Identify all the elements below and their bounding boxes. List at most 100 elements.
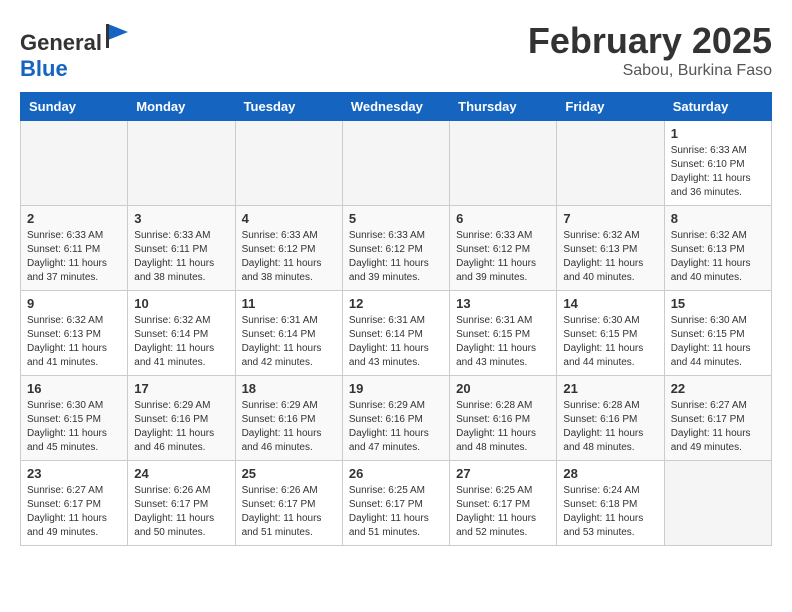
day-detail: Sunrise: 6:32 AM Sunset: 6:14 PM Dayligh…	[134, 314, 228, 370]
calendar-day-cell: 17 Sunrise: 6:29 AM Sunset: 6:16 PM Dayli…	[128, 376, 235, 461]
calendar-day-cell	[450, 121, 557, 206]
day-detail: Sunrise: 6:30 AM Sunset: 6:15 PM Dayligh…	[27, 399, 121, 455]
day-detail: Sunrise: 6:33 AM Sunset: 6:11 PM Dayligh…	[134, 229, 228, 285]
calendar-day-cell	[128, 121, 235, 206]
day-detail: Sunrise: 6:26 AM Sunset: 6:17 PM Dayligh…	[134, 484, 228, 540]
day-number: 26	[349, 466, 443, 481]
day-detail: Sunrise: 6:27 AM Sunset: 6:17 PM Dayligh…	[27, 484, 121, 540]
day-number: 23	[27, 466, 121, 481]
day-number: 24	[134, 466, 228, 481]
day-detail: Sunrise: 6:33 AM Sunset: 6:12 PM Dayligh…	[349, 229, 443, 285]
calendar-week-row: 9 Sunrise: 6:32 AM Sunset: 6:13 PM Daylig…	[21, 291, 772, 376]
location-title: Sabou, Burkina Faso	[528, 62, 772, 80]
day-number: 2	[27, 211, 121, 226]
calendar-day-cell	[557, 121, 664, 206]
calendar-body: 1Sunrise: 6:33 AM Sunset: 6:10 PM Daylig…	[21, 121, 772, 546]
calendar-day-cell: 23 Sunrise: 6:27 AM Sunset: 6:17 PM Dayli…	[21, 461, 128, 546]
calendar-day-cell: 3 Sunrise: 6:33 AM Sunset: 6:11 PM Daylig…	[128, 206, 235, 291]
day-of-week-header: Monday	[128, 93, 235, 121]
day-number: 22	[671, 381, 765, 396]
logo-flag-icon	[104, 20, 134, 50]
day-number: 25	[242, 466, 336, 481]
calendar-day-cell	[664, 461, 771, 546]
calendar-day-cell: 10 Sunrise: 6:32 AM Sunset: 6:14 PM Dayli…	[128, 291, 235, 376]
day-of-week-header: Sunday	[21, 93, 128, 121]
day-detail: Sunrise: 6:33 AM Sunset: 6:11 PM Dayligh…	[27, 229, 121, 285]
day-number: 1	[671, 126, 765, 141]
calendar-day-cell: 6 Sunrise: 6:33 AM Sunset: 6:12 PM Daylig…	[450, 206, 557, 291]
calendar-header: SundayMondayTuesdayWednesdayThursdayFrid…	[21, 93, 772, 121]
logo-blue: Blue	[20, 56, 68, 81]
calendar-day-cell: 4Sunrise: 6:33 AM Sunset: 6:12 PM Daylig…	[235, 206, 342, 291]
calendar-day-cell: 20 Sunrise: 6:28 AM Sunset: 6:16 PM Dayli…	[450, 376, 557, 461]
day-number: 19	[349, 381, 443, 396]
day-of-week-header: Wednesday	[342, 93, 449, 121]
calendar-day-cell: 5Sunrise: 6:33 AM Sunset: 6:12 PM Daylig…	[342, 206, 449, 291]
day-number: 8	[671, 211, 765, 226]
day-number: 28	[563, 466, 657, 481]
day-number: 14	[563, 296, 657, 311]
logo-text: General Blue	[20, 20, 134, 82]
calendar-day-cell: 9 Sunrise: 6:32 AM Sunset: 6:13 PM Daylig…	[21, 291, 128, 376]
day-number: 3	[134, 211, 228, 226]
day-detail: Sunrise: 6:29 AM Sunset: 6:16 PM Dayligh…	[242, 399, 336, 455]
day-detail: Sunrise: 6:29 AM Sunset: 6:16 PM Dayligh…	[134, 399, 228, 455]
day-number: 4	[242, 211, 336, 226]
day-detail: Sunrise: 6:30 AM Sunset: 6:15 PM Dayligh…	[671, 314, 765, 370]
calendar-day-cell: 12Sunrise: 6:31 AM Sunset: 6:14 PM Dayli…	[342, 291, 449, 376]
calendar-day-cell: 27 Sunrise: 6:25 AM Sunset: 6:17 PM Dayli…	[450, 461, 557, 546]
logo-general: General	[20, 30, 102, 55]
days-of-week-row: SundayMondayTuesdayWednesdayThursdayFrid…	[21, 93, 772, 121]
day-number: 10	[134, 296, 228, 311]
page-header: General Blue February 2025 Sabou, Burkin…	[20, 20, 772, 82]
calendar-day-cell: 21 Sunrise: 6:28 AM Sunset: 6:16 PM Dayli…	[557, 376, 664, 461]
day-detail: Sunrise: 6:31 AM Sunset: 6:14 PM Dayligh…	[242, 314, 336, 370]
calendar-day-cell: 13 Sunrise: 6:31 AM Sunset: 6:15 PM Dayli…	[450, 291, 557, 376]
calendar-day-cell	[21, 121, 128, 206]
calendar-table: SundayMondayTuesdayWednesdayThursdayFrid…	[20, 92, 772, 546]
day-of-week-header: Friday	[557, 93, 664, 121]
day-number: 21	[563, 381, 657, 396]
day-detail: Sunrise: 6:27 AM Sunset: 6:17 PM Dayligh…	[671, 399, 765, 455]
day-number: 20	[456, 381, 550, 396]
calendar-day-cell: 2 Sunrise: 6:33 AM Sunset: 6:11 PM Daylig…	[21, 206, 128, 291]
day-detail: Sunrise: 6:25 AM Sunset: 6:17 PM Dayligh…	[456, 484, 550, 540]
calendar-day-cell: 1Sunrise: 6:33 AM Sunset: 6:10 PM Daylig…	[664, 121, 771, 206]
month-title: February 2025	[528, 20, 772, 62]
logo: General Blue	[20, 20, 134, 82]
day-detail: Sunrise: 6:33 AM Sunset: 6:12 PM Dayligh…	[456, 229, 550, 285]
calendar-week-row: 1Sunrise: 6:33 AM Sunset: 6:10 PM Daylig…	[21, 121, 772, 206]
day-of-week-header: Thursday	[450, 93, 557, 121]
calendar-day-cell	[342, 121, 449, 206]
day-detail: Sunrise: 6:25 AM Sunset: 6:17 PM Dayligh…	[349, 484, 443, 540]
calendar-day-cell: 22 Sunrise: 6:27 AM Sunset: 6:17 PM Dayli…	[664, 376, 771, 461]
day-detail: Sunrise: 6:31 AM Sunset: 6:15 PM Dayligh…	[456, 314, 550, 370]
calendar-day-cell: 19 Sunrise: 6:29 AM Sunset: 6:16 PM Dayli…	[342, 376, 449, 461]
day-number: 6	[456, 211, 550, 226]
day-detail: Sunrise: 6:28 AM Sunset: 6:16 PM Dayligh…	[456, 399, 550, 455]
calendar-day-cell: 24 Sunrise: 6:26 AM Sunset: 6:17 PM Dayli…	[128, 461, 235, 546]
calendar-day-cell	[235, 121, 342, 206]
day-detail: Sunrise: 6:24 AM Sunset: 6:18 PM Dayligh…	[563, 484, 657, 540]
calendar-week-row: 16Sunrise: 6:30 AM Sunset: 6:15 PM Dayli…	[21, 376, 772, 461]
calendar-day-cell: 18Sunrise: 6:29 AM Sunset: 6:16 PM Dayli…	[235, 376, 342, 461]
calendar-day-cell: 14 Sunrise: 6:30 AM Sunset: 6:15 PM Dayli…	[557, 291, 664, 376]
calendar-week-row: 23 Sunrise: 6:27 AM Sunset: 6:17 PM Dayli…	[21, 461, 772, 546]
day-number: 27	[456, 466, 550, 481]
day-number: 13	[456, 296, 550, 311]
day-number: 15	[671, 296, 765, 311]
day-number: 11	[242, 296, 336, 311]
day-number: 7	[563, 211, 657, 226]
day-number: 9	[27, 296, 121, 311]
day-detail: Sunrise: 6:32 AM Sunset: 6:13 PM Dayligh…	[27, 314, 121, 370]
day-of-week-header: Saturday	[664, 93, 771, 121]
day-of-week-header: Tuesday	[235, 93, 342, 121]
day-number: 17	[134, 381, 228, 396]
day-detail: Sunrise: 6:30 AM Sunset: 6:15 PM Dayligh…	[563, 314, 657, 370]
day-detail: Sunrise: 6:29 AM Sunset: 6:16 PM Dayligh…	[349, 399, 443, 455]
day-detail: Sunrise: 6:32 AM Sunset: 6:13 PM Dayligh…	[671, 229, 765, 285]
day-detail: Sunrise: 6:26 AM Sunset: 6:17 PM Dayligh…	[242, 484, 336, 540]
day-detail: Sunrise: 6:28 AM Sunset: 6:16 PM Dayligh…	[563, 399, 657, 455]
calendar-week-row: 2 Sunrise: 6:33 AM Sunset: 6:11 PM Daylig…	[21, 206, 772, 291]
calendar-day-cell: 8 Sunrise: 6:32 AM Sunset: 6:13 PM Daylig…	[664, 206, 771, 291]
